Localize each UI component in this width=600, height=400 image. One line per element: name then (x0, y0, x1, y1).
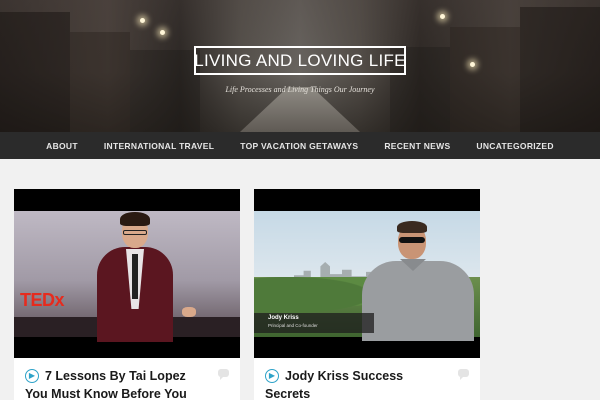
post-thumbnail[interactable]: Jody Kriss Principal and Co-founder (254, 189, 480, 358)
building-right (520, 7, 600, 132)
site-title-link[interactable]: LIVING AND LOVING LIFE (194, 46, 406, 75)
post-title-link[interactable]: 7 Lessons By Tai Lopez You Must Know Bef… (25, 367, 215, 400)
street-lamp (440, 14, 445, 19)
building-left (0, 12, 70, 132)
speaker-sunglasses (399, 237, 425, 243)
building-left (70, 32, 130, 132)
post-title-line: 7 Lessons By Tai Lopez (45, 369, 186, 383)
street-lamp (470, 62, 475, 67)
speaker-hair (397, 221, 427, 233)
comment-bubble-icon[interactable] (458, 369, 469, 380)
street-lamp (160, 30, 165, 35)
nav-item-about[interactable]: ABOUT (33, 141, 91, 151)
comment-bubble-icon[interactable] (218, 369, 229, 380)
post-title-line: You Must Know Before You (25, 387, 187, 400)
site-header-banner: LIVING AND LOVING LIFE Life Processes an… (0, 0, 600, 132)
post-thumbnail[interactable]: TEDx (14, 189, 240, 358)
site-tagline: Life Processes and Living Things Our Jou… (225, 85, 375, 94)
nav-item-top-vacation-getaways[interactable]: TOP VACATION GETAWAYS (227, 141, 371, 151)
nav-item-uncategorized[interactable]: UNCATEGORIZED (463, 141, 566, 151)
nav-item-recent-news[interactable]: RECENT NEWS (371, 141, 463, 151)
speaker-figure (362, 261, 474, 341)
video-format-icon: ▶ (265, 369, 279, 383)
tedx-logo: TEDx (20, 290, 65, 310)
speaker-hair (120, 212, 150, 226)
post-card: Jody Kriss Principal and Co-founder ▶ Jo… (254, 189, 480, 400)
speaker-tie (132, 254, 138, 299)
street-lamp (140, 18, 145, 23)
nav-item-international-travel[interactable]: INTERNATIONAL TRAVEL (91, 141, 227, 151)
speaker-glasses (123, 230, 147, 235)
post-title-line: Secrets (265, 387, 311, 400)
video-format-icon: ▶ (25, 369, 39, 383)
lower-third-role: Principal and Co-founder (268, 323, 318, 328)
building-right (450, 27, 520, 132)
speaker-hand (182, 307, 196, 317)
post-title-line: Jody Kriss Success (285, 369, 404, 383)
post-card: TEDx ▶ 7 Lessons By Tai Lopez You Must K… (14, 189, 240, 400)
post-title-link[interactable]: Jody Kriss Success Secrets (265, 367, 455, 400)
main-navigation: ABOUT INTERNATIONAL TRAVEL TOP VACATION … (0, 132, 600, 159)
site-title: LIVING AND LOVING LIFE (194, 50, 406, 70)
lower-third-name: Jody Kriss (268, 315, 299, 321)
